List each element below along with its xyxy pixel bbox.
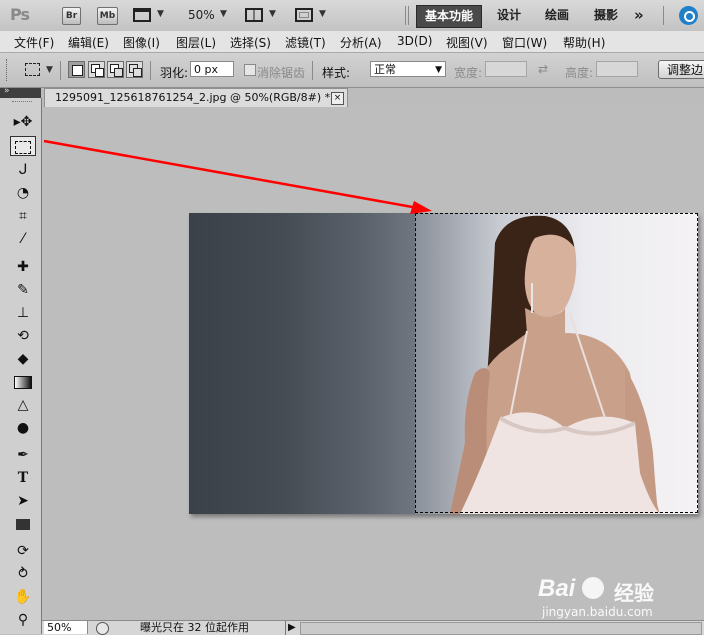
status-zoom-field[interactable]: 50% [44,621,88,634]
status-info-text: 曝光只在 32 位起作用 [140,621,249,634]
arrow-head [410,201,432,214]
watermark-brand-2: 经验 [614,581,654,605]
baidu-jingyan-watermark: Bai 经验 jingyan.baidu.com [538,575,698,623]
divider [285,621,286,635]
annotation-arrow [43,139,432,214]
status-menu-arrow-icon[interactable]: ▶ [288,621,296,635]
status-info-icon[interactable] [96,622,109,635]
watermark-domain: jingyan.baidu.com [542,605,653,619]
horizontal-scrollbar[interactable] [300,622,702,635]
paw-logo-icon [582,577,604,599]
watermark-brand: Bai [538,575,576,602]
arrow-line [43,139,419,210]
